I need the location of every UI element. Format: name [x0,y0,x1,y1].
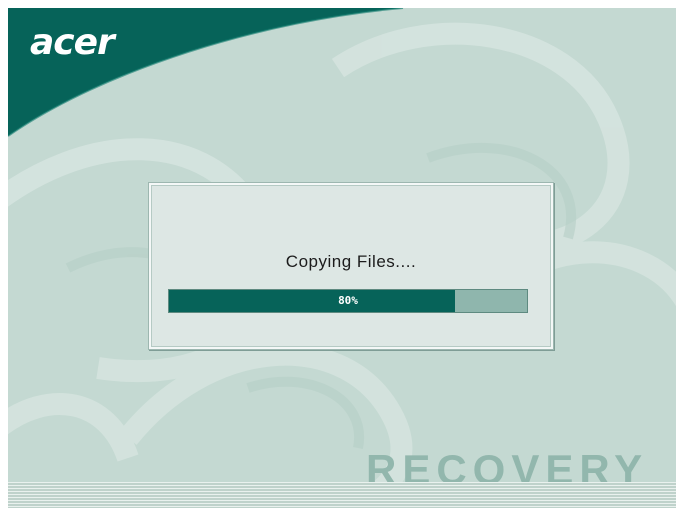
progress-bar: 80% [168,289,528,313]
progress-dialog: Copying Files.... 80% [148,182,554,350]
footer-stripes [8,482,676,508]
progress-percentage: 80% [338,294,358,307]
dialog-title: Copying Files.... [285,252,417,271]
recovery-screen: acer Copying Files.... 80% RECOVERY [8,8,676,508]
acer-logo: acer [30,22,115,63]
